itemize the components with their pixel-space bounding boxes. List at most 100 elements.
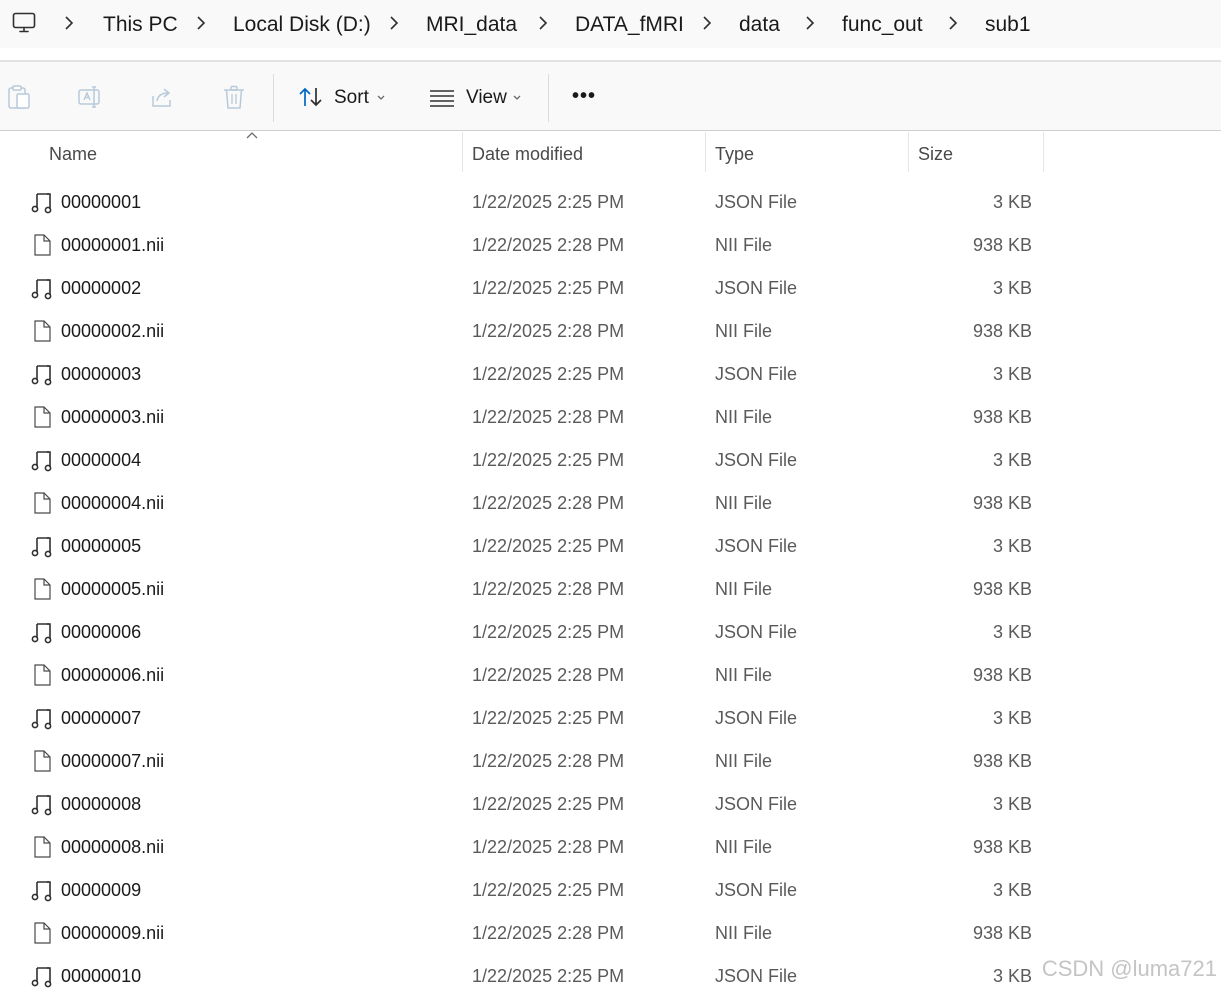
file-name: 00000009 xyxy=(61,880,142,900)
sort-button[interactable]: Sort xyxy=(296,62,396,130)
chevron-right-icon xyxy=(197,16,206,30)
file-name: 00000003 xyxy=(61,364,142,384)
file-type: NII File xyxy=(715,407,773,427)
file-date-modified: 1/22/2025 2:28 PM xyxy=(472,751,625,771)
file-name: 00000006.nii xyxy=(61,665,165,685)
file-date-modified: 1/22/2025 2:25 PM xyxy=(472,880,625,900)
file-date-modified: 1/22/2025 2:25 PM xyxy=(472,708,625,728)
file-type: NII File xyxy=(715,321,773,341)
file-size: 3 KB xyxy=(992,880,1032,900)
file-date-modified: 1/22/2025 2:25 PM xyxy=(472,364,625,384)
column-divider[interactable] xyxy=(462,132,463,172)
file-name: 00000008 xyxy=(61,794,142,814)
column-divider[interactable] xyxy=(705,132,706,172)
breadcrumb-this-pc[interactable]: This PC xyxy=(103,12,178,38)
share-icon[interactable] xyxy=(149,84,175,110)
file-row[interactable]: 00000002.nii 1/22/2025 2:28 PM NII File 938… xyxy=(0,310,1050,353)
toolbar-divider xyxy=(548,74,549,122)
blank-file-icon xyxy=(30,319,54,343)
delete-icon[interactable] xyxy=(221,84,247,110)
breadcrumb-data-fmri[interactable]: DATA_fMRI xyxy=(575,12,684,38)
json-file-icon xyxy=(30,534,54,558)
chevron-right-icon xyxy=(703,16,712,30)
file-type: JSON File xyxy=(715,192,798,212)
breadcrumb-mri-data[interactable]: MRI_data xyxy=(426,12,517,38)
file-row[interactable]: 00000009.nii 1/22/2025 2:28 PM NII File 938… xyxy=(0,912,1050,955)
blank-file-icon xyxy=(30,233,54,257)
blank-file-icon xyxy=(30,921,54,945)
file-date-modified: 1/22/2025 2:28 PM xyxy=(472,235,625,255)
file-size: 3 KB xyxy=(992,364,1032,384)
file-row[interactable]: 00000001.nii 1/22/2025 2:28 PM NII File 938… xyxy=(0,224,1050,267)
file-name: 00000001 xyxy=(61,192,142,212)
file-row[interactable]: 00000006.nii 1/22/2025 2:28 PM NII File 938… xyxy=(0,654,1050,697)
file-size: 3 KB xyxy=(992,708,1032,728)
file-size: 938 KB xyxy=(972,665,1032,685)
file-size: 3 KB xyxy=(992,622,1032,642)
file-name: 00000005 xyxy=(61,536,142,556)
more-options-button[interactable]: ••• xyxy=(572,84,596,108)
view-button[interactable]: View xyxy=(426,62,530,130)
breadcrumb-func-out[interactable]: func_out xyxy=(842,12,923,38)
sort-label: Sort xyxy=(334,87,369,108)
file-size: 3 KB xyxy=(992,192,1032,212)
file-name: 00000001.nii xyxy=(61,235,165,255)
file-type: NII File xyxy=(715,235,773,255)
file-name: 00000002 xyxy=(61,278,142,298)
file-name: 00000009.nii xyxy=(61,923,165,943)
file-type: NII File xyxy=(715,837,773,857)
file-size: 3 KB xyxy=(992,278,1032,298)
this-pc-icon[interactable] xyxy=(12,12,36,34)
paste-icon[interactable] xyxy=(6,84,32,110)
json-file-icon xyxy=(30,190,54,214)
file-name: 00000002.nii xyxy=(61,321,165,341)
breadcrumb-local-disk[interactable]: Local Disk (D:) xyxy=(233,12,371,38)
file-row[interactable]: 00000001 1/22/2025 2:25 PM JSON File 3 KB xyxy=(0,181,1050,224)
file-size: 938 KB xyxy=(972,751,1032,771)
column-header-type[interactable]: Type xyxy=(715,143,754,165)
column-header-date[interactable]: Date modified xyxy=(472,143,583,165)
file-name: 00000003.nii xyxy=(61,407,165,427)
file-row[interactable]: 00000007 1/22/2025 2:25 PM JSON File 3 KB xyxy=(0,697,1050,740)
file-name: 00000005.nii xyxy=(61,579,165,599)
chevron-right-icon xyxy=(806,16,815,30)
blank-file-icon xyxy=(30,577,54,601)
file-row[interactable]: 00000006 1/22/2025 2:25 PM JSON File 3 KB xyxy=(0,611,1050,654)
file-row[interactable]: 00000003 1/22/2025 2:25 PM JSON File 3 KB xyxy=(0,353,1050,396)
sort-icon xyxy=(299,87,322,107)
json-file-icon xyxy=(30,964,54,988)
column-header-size[interactable]: Size xyxy=(918,143,953,165)
file-type: NII File xyxy=(715,493,773,513)
file-row[interactable]: 00000003.nii 1/22/2025 2:28 PM NII File 938… xyxy=(0,396,1050,439)
json-file-icon xyxy=(30,878,54,902)
file-row[interactable]: 00000004.nii 1/22/2025 2:28 PM NII File 938… xyxy=(0,482,1050,525)
file-size: 938 KB xyxy=(972,321,1032,341)
breadcrumb-data[interactable]: data xyxy=(739,12,780,38)
column-divider[interactable] xyxy=(1043,132,1044,172)
file-size: 3 KB xyxy=(992,450,1032,470)
file-row[interactable]: 00000002 1/22/2025 2:25 PM JSON File 3 KB xyxy=(0,267,1050,310)
file-date-modified: 1/22/2025 2:25 PM xyxy=(472,192,625,212)
file-row[interactable]: 00000007.nii 1/22/2025 2:28 PM NII File 938… xyxy=(0,740,1050,783)
file-date-modified: 1/22/2025 2:25 PM xyxy=(472,278,625,298)
file-name: 00000008.nii xyxy=(61,837,165,857)
json-file-icon xyxy=(30,620,54,644)
json-file-icon xyxy=(30,448,54,472)
rename-icon[interactable] xyxy=(77,84,103,110)
address-bar[interactable]: This PC Local Disk (D:) MRI_data DATA_fM… xyxy=(0,0,1221,48)
toolbar-divider xyxy=(273,74,274,122)
file-row[interactable]: 00000004 1/22/2025 2:25 PM JSON File 3 KB xyxy=(0,439,1050,482)
file-name: 00000004.nii xyxy=(61,493,165,513)
file-date-modified: 1/22/2025 2:25 PM xyxy=(472,536,625,556)
file-row[interactable]: 00000010 1/22/2025 2:25 PM JSON File 3 KB xyxy=(0,955,1050,998)
file-row[interactable]: 00000008 1/22/2025 2:25 PM JSON File 3 KB xyxy=(0,783,1050,826)
column-divider[interactable] xyxy=(908,132,909,172)
file-row[interactable]: 00000008.nii 1/22/2025 2:28 PM NII File 938… xyxy=(0,826,1050,869)
column-header-name[interactable]: Name xyxy=(49,143,97,165)
file-row[interactable]: 00000009 1/22/2025 2:25 PM JSON File 3 KB xyxy=(0,869,1050,912)
blank-file-icon xyxy=(30,491,54,515)
file-row[interactable]: 00000005 1/22/2025 2:25 PM JSON File 3 KB xyxy=(0,525,1050,568)
breadcrumb-sub1[interactable]: sub1 xyxy=(985,12,1031,38)
chevron-right-icon xyxy=(539,16,548,30)
file-row[interactable]: 00000005.nii 1/22/2025 2:28 PM NII File 938… xyxy=(0,568,1050,611)
